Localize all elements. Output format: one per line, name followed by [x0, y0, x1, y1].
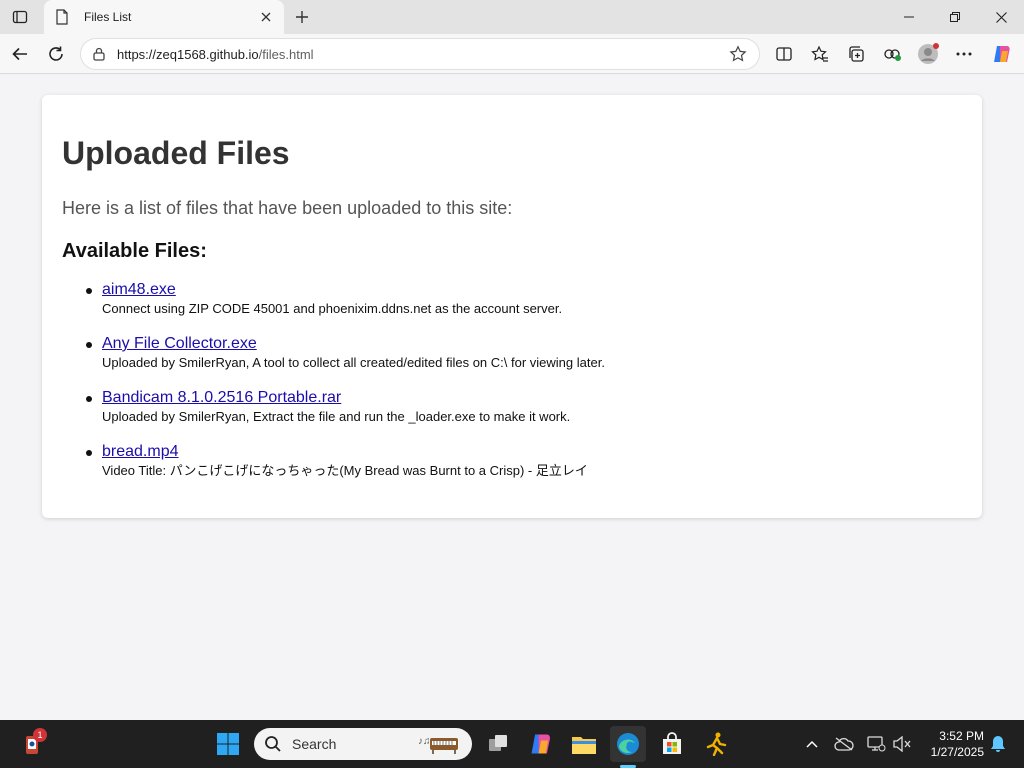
list-item: Bandicam 8.1.0.2516 Portable.rar Uploade… [62, 388, 922, 442]
copilot-app-icon[interactable] [523, 726, 559, 762]
intro-text: Here is a list of files that have been u… [62, 198, 513, 218]
collections-icon[interactable] [842, 40, 870, 68]
search-placeholder: Search [292, 736, 337, 752]
edge-icon[interactable] [610, 726, 646, 762]
page-icon [54, 9, 70, 25]
chevron-up-icon[interactable] [800, 732, 824, 756]
taskbar: Search ♪♫ 3:52 PM 1/27/2025 [0, 720, 1024, 768]
clock-time: 3:52 PM [939, 729, 984, 743]
file-description: Video Title: パンこげこげになっちゃった(My Bread was … [102, 463, 588, 478]
file-description: Uploaded by SmilerRyan, Extract the file… [102, 409, 571, 424]
browser-toolbar: https://zeq1568.github.io/files.html [0, 34, 1024, 74]
notification-badge: 1 [33, 728, 47, 742]
piano-icon: ♪♫ [418, 736, 458, 754]
window-close-icon[interactable] [978, 0, 1024, 34]
list-item: aim48.exe Connect using ZIP CODE 45001 a… [62, 280, 922, 334]
store-icon[interactable] [654, 726, 690, 762]
system-clock[interactable]: 3:52 PM 1/27/2025 [920, 728, 984, 760]
close-icon[interactable] [258, 9, 274, 25]
url-host: https://zeq1568.github.io [117, 46, 259, 62]
copilot-icon[interactable] [988, 40, 1016, 68]
plus-icon[interactable] [290, 5, 314, 29]
list-item: bread.mp4 Video Title: パンこげこげになっちゃった(My … [62, 442, 922, 496]
file-link-any-file-collector[interactable]: Any File Collector.exe [102, 334, 922, 354]
section-heading: Available Files: [62, 240, 207, 262]
tab-strip: Files List [0, 0, 1024, 34]
file-link-bread[interactable]: bread.mp4 [102, 442, 922, 462]
file-link-aim48[interactable]: aim48.exe [102, 280, 922, 300]
tab-actions-icon[interactable] [6, 4, 34, 30]
extensions-icon[interactable] [878, 40, 906, 68]
page-title: Uploaded Files [62, 135, 290, 171]
file-explorer-icon[interactable] [566, 726, 602, 762]
network-icon[interactable] [864, 732, 888, 756]
onedrive-icon[interactable] [832, 732, 856, 756]
url-path: /files.html [258, 46, 314, 62]
split-screen-icon[interactable] [770, 40, 798, 68]
tab-title: Files List [84, 10, 132, 24]
minimize-icon[interactable] [886, 0, 932, 34]
taskbar-search[interactable]: Search ♪♫ [254, 728, 472, 760]
favorites-icon[interactable] [806, 40, 834, 68]
back-icon[interactable] [6, 40, 34, 68]
profile-icon[interactable] [914, 40, 942, 68]
restore-icon[interactable] [932, 0, 978, 34]
file-list: aim48.exe Connect using ZIP CODE 45001 a… [62, 280, 922, 496]
file-link-bandicam[interactable]: Bandicam 8.1.0.2516 Portable.rar [102, 388, 922, 408]
site-info-icon[interactable] [91, 46, 107, 62]
favorite-star-icon[interactable] [727, 43, 749, 65]
task-view-icon[interactable] [480, 726, 516, 762]
url-text[interactable]: https://zeq1568.github.io/files.html [117, 47, 727, 62]
notification-bell-icon[interactable] [986, 732, 1010, 756]
page-viewport: Uploaded Files Here is a list of files t… [0, 75, 1024, 720]
search-icon [265, 736, 281, 752]
more-icon[interactable] [950, 40, 978, 68]
svg-text:♪♫: ♪♫ [418, 736, 431, 747]
start-icon[interactable] [210, 726, 246, 762]
file-description: Connect using ZIP CODE 45001 and phoenix… [102, 301, 563, 316]
running-figure-icon[interactable] [698, 726, 734, 762]
list-item: Any File Collector.exe Uploaded by Smile… [62, 334, 922, 388]
clock-date: 1/27/2025 [930, 745, 984, 759]
content-card: Uploaded Files Here is a list of files t… [42, 95, 982, 518]
tab-files-list[interactable]: Files List [44, 0, 284, 34]
refresh-icon[interactable] [42, 40, 70, 68]
file-description: Uploaded by SmilerRyan, A tool to collec… [102, 355, 605, 370]
address-bar[interactable]: https://zeq1568.github.io/files.html [80, 38, 760, 70]
volume-muted-icon[interactable] [890, 732, 914, 756]
